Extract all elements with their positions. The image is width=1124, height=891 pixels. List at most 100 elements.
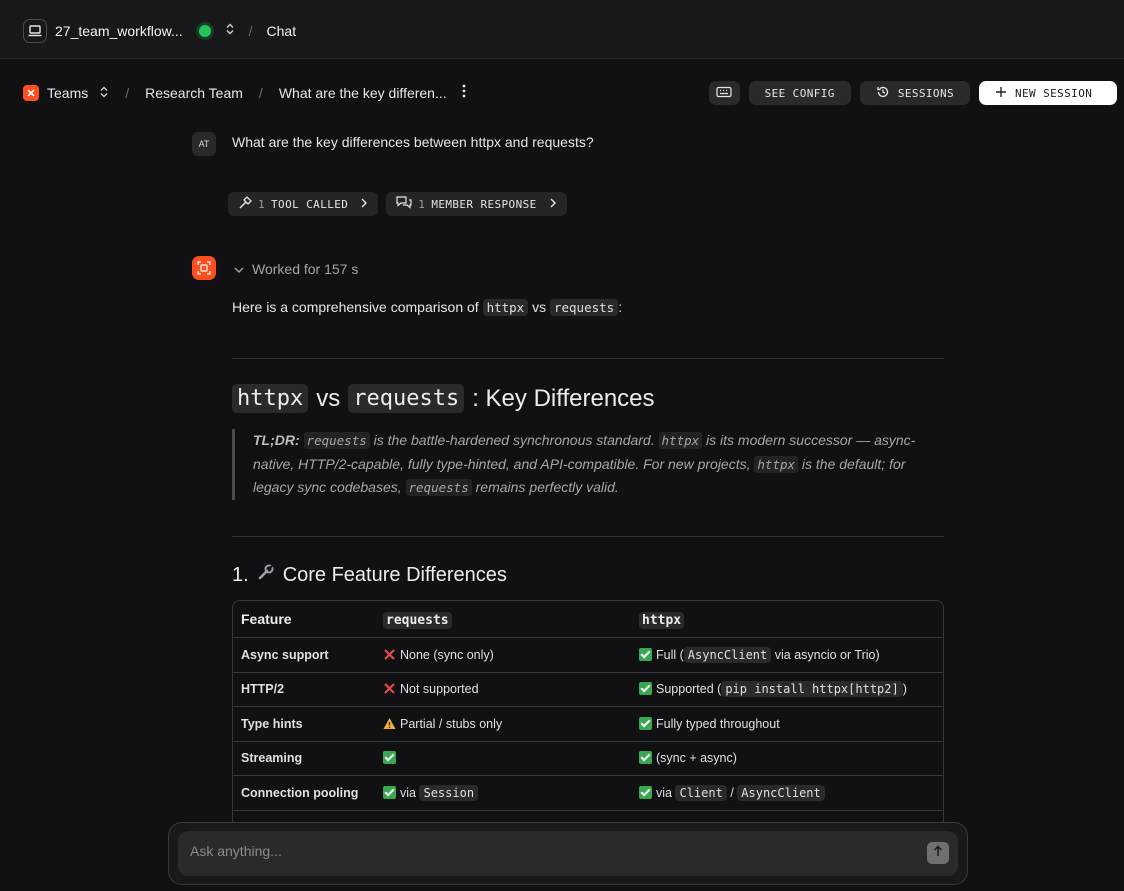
requests-cell [375,742,631,776]
cell-text: / [730,785,734,800]
heading-text: : Key Differences [472,384,655,412]
tldr-label: TL;DR: [253,432,300,448]
new-session-button[interactable]: NEW SESSION [979,81,1117,105]
cell-text: None (sync only) [400,647,494,662]
send-button[interactable] [927,842,949,864]
heading-text: vs [316,384,341,412]
cell-text: via asyncio or Trio) [771,647,880,662]
inline-code: requests [549,299,619,316]
check-icon [639,647,652,661]
cell-text: Partial / stubs only [400,716,503,731]
inline-code: AsyncClient [683,646,772,663]
tldr-text: remains perfectly valid. [471,479,619,495]
teams-link[interactable]: Teams [47,85,88,101]
intro-text: vs [532,299,547,315]
tool-label: TOOL CALLED [271,197,349,211]
team-name[interactable]: Research Team [145,85,243,101]
breadcrumb-separator: / [125,84,130,101]
more-vertical-icon[interactable] [455,84,467,101]
sessions-label: SESSIONS [897,86,954,100]
column-header: Feature [233,601,375,638]
cell-text: Full ( [656,647,684,662]
laptop-icon [23,19,47,43]
httpx-cell: via Client / AsyncClient [631,776,943,811]
inline-code: Session [419,784,479,801]
chevron-updown-icon[interactable] [219,22,235,40]
httpx-cell: Fully typed throughout [631,707,943,742]
top-bar: 27_team_workflow... / Chat [0,0,1124,59]
inline-code: httpx [658,432,703,449]
httpx-cell: Supported (pip install httpx[http2]) [631,673,943,707]
section-number: 1. [232,563,249,586]
requests-cell: None (sync only) [375,638,631,673]
check-icon [383,751,396,765]
chat-composer [168,822,968,885]
chevron-updown-icon[interactable] [96,85,109,101]
breadcrumb: Teams / Research Team / What are the key… [23,84,467,101]
section-heading: 1. Core Feature Differences [232,563,507,587]
response-heading: httpx vs requests : Key Differences [232,384,655,413]
breadcrumb-separator: / [248,23,253,39]
worked-toggle[interactable]: Worked for 157 s [234,261,358,277]
member-response-pill[interactable]: 1 MEMBER RESPONSE [386,192,567,216]
tldr-blockquote: TL;DR: requests is the battle-hardened s… [232,429,944,500]
check-icon [639,751,652,765]
intro-text: : [618,299,623,315]
user-message: What are the key differences between htt… [232,134,594,150]
member-count: 1 [418,197,426,211]
agno-logo-icon [23,84,39,101]
table-row: Async support None (sync only) Full (Asy… [233,638,943,673]
inline-code: httpx [754,455,799,473]
feature-cell: Streaming [233,742,375,776]
messages-icon [396,195,412,213]
sessions-button[interactable]: SESSIONS [859,81,970,105]
column-header: requests [375,601,631,638]
keyboard-icon [716,86,732,101]
project-switcher[interactable]: 27_team_workflow... / Chat [23,19,296,43]
heading-code: requests [348,384,465,413]
chevron-right-icon [543,198,557,211]
new-session-label: NEW SESSION [1015,86,1093,100]
cell-text: Supported ( [656,682,722,697]
cell-text: via [400,785,416,800]
keyboard-button[interactable] [708,81,740,105]
cell-text: via [656,785,672,800]
requests-cell: via Session [375,776,631,811]
table-row: HTTP/2 Not supported Supported (pip inst… [233,673,943,707]
httpx-cell: (sync + async) [631,742,943,776]
check-icon [639,785,652,799]
divider [232,536,944,537]
heading-code: httpx [232,384,309,413]
breadcrumb-chat[interactable]: Chat [267,23,297,39]
chat-input[interactable] [190,843,910,859]
hammer-icon [238,195,252,213]
header-code: requests [383,611,452,629]
team-avatar-icon [192,256,216,280]
comparison-table: Feature requests httpx Async support Non… [232,600,944,846]
plus-icon [995,86,1007,101]
see-config-button[interactable]: SEE CONFIG [748,81,851,105]
table-row: Connection pooling via Session via Clien… [233,776,943,811]
table-row: Type hints Partial / stubs only Fully ty… [233,707,943,742]
inline-code: httpx [482,299,529,316]
check-icon [639,716,652,730]
feature-cell: Async support [233,638,375,673]
header-actions: SEE CONFIG SESSIONS NEW SESSION [708,81,1117,105]
feature-cell: Type hints [233,707,375,742]
session-title[interactable]: What are the key differen... [279,85,447,101]
inline-code: requests [405,479,472,496]
table-row: Streaming (sync + async) [233,742,943,776]
requests-cell: Not supported [375,673,631,707]
inline-code: pip install httpx[http2] [721,681,903,698]
tool-count: 1 [258,197,266,211]
user-avatar: AT [192,132,216,156]
tool-called-pill[interactable]: 1 TOOL CALLED [228,192,379,216]
cell-text: Not supported [400,682,479,697]
run-details: 1 TOOL CALLED 1 MEMBER RESPONSE [228,192,567,216]
cell-text: (sync + async) [656,751,737,766]
cell-text: Fully typed throughout [656,716,780,731]
cross-icon [383,648,400,662]
wrench-icon [257,563,275,587]
requests-cell: Partial / stubs only [375,707,631,742]
check-icon [639,682,652,696]
